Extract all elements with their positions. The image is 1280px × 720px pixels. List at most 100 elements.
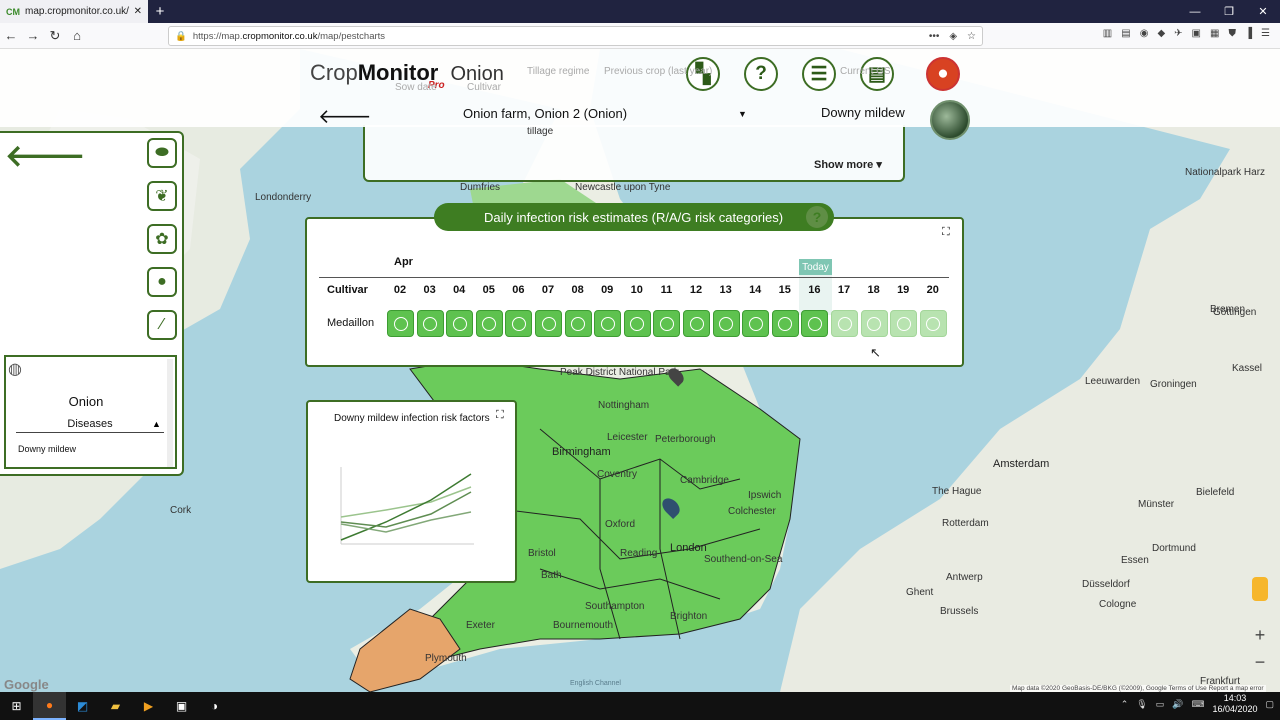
expand-icon[interactable]: ⛶: [942, 226, 950, 239]
risk-cell[interactable]: [742, 310, 770, 337]
risk-cell[interactable]: [890, 310, 918, 337]
map-attribution[interactable]: Map data ©2020 GeoBasis-DE/BKG (©2009), …: [1010, 685, 1266, 692]
windows-start-icon[interactable]: ⊞: [0, 692, 33, 720]
keyboard-icon[interactable]: ⌨: [1191, 699, 1204, 710]
risk-cell[interactable]: [653, 310, 681, 337]
page-actions-icon[interactable]: •••: [929, 31, 940, 42]
reload-icon[interactable]: ↻: [44, 28, 66, 44]
menu-icon[interactable]: ☰: [1261, 28, 1270, 39]
chevron-up-icon[interactable]: ▲: [152, 419, 161, 429]
pea-icon[interactable]: ⁄: [147, 310, 177, 340]
notifications-icon[interactable]: ▢: [1265, 699, 1274, 710]
street-view-pegman-icon[interactable]: [1252, 577, 1268, 601]
help-icon[interactable]: ?: [744, 57, 778, 91]
home-icon[interactable]: ⌂: [66, 28, 88, 43]
close-window-icon[interactable]: ✕: [1246, 0, 1280, 23]
potato-icon[interactable]: ⬬: [147, 138, 177, 168]
details-label: Sow date: [395, 82, 437, 93]
browser-tab[interactable]: CM map.cropmonitor.co.uk/map/p ✕: [0, 0, 148, 23]
risk-cell[interactable]: [771, 310, 799, 337]
checklist-icon[interactable]: ☰: [802, 57, 836, 91]
minimize-icon[interactable]: —: [1178, 0, 1212, 23]
clock-time: 14:03: [1223, 693, 1247, 703]
risk-cell[interactable]: [801, 310, 829, 337]
risk-cell[interactable]: [860, 310, 888, 337]
diseases-toggle[interactable]: Diseases: [16, 418, 164, 433]
risk-cell[interactable]: [535, 310, 562, 337]
risk-cell[interactable]: [475, 310, 503, 337]
clock[interactable]: 14:03 16/04/2020: [1212, 693, 1257, 715]
extension-icon[interactable]: ✈: [1174, 28, 1182, 39]
risk-cell[interactable]: [505, 310, 533, 337]
restore-icon[interactable]: ❐: [1212, 0, 1246, 23]
day-header: 06: [512, 284, 525, 296]
map-label: Brighton: [670, 611, 708, 622]
pest-image[interactable]: [930, 100, 970, 140]
farm-select[interactable]: Onion farm, Onion 2 (Onion): [463, 106, 627, 121]
expand-icon[interactable]: ⛶: [496, 409, 504, 422]
store-icon[interactable]: ▣: [165, 692, 198, 720]
address-bar[interactable]: 🔒 https://map.cropmonitor.co.uk/map/pest…: [168, 26, 983, 46]
risk-cell[interactable]: [623, 310, 651, 337]
zoom-in-button[interactable]: +: [1246, 625, 1274, 646]
pocket-icon[interactable]: ◈: [949, 31, 957, 42]
zoom-out-button[interactable]: −: [1246, 652, 1274, 673]
media-player-icon[interactable]: ▶: [132, 692, 165, 720]
map-label: Ipswich: [748, 490, 782, 501]
file-explorer-icon[interactable]: ▰: [99, 692, 132, 720]
extension-icon[interactable]: ▦: [1210, 28, 1219, 39]
disease-item[interactable]: Downy mildew: [18, 444, 76, 454]
map-label: Antwerp: [946, 572, 983, 583]
outlook-icon[interactable]: ◩: [66, 692, 99, 720]
volume-icon[interactable]: 🔊: [1172, 699, 1183, 710]
brassica-icon[interactable]: ✿: [147, 224, 177, 254]
risk-cell[interactable]: [564, 310, 592, 337]
leaf-icon[interactable]: ❦: [147, 181, 177, 211]
sidebar-icon[interactable]: ▤: [1121, 28, 1130, 39]
day-header: 14: [749, 284, 762, 296]
risk-cell[interactable]: [919, 310, 947, 337]
risk-cell[interactable]: [683, 310, 710, 337]
map-label: Ghent: [906, 587, 934, 598]
bean-icon[interactable]: ●: [147, 267, 177, 297]
microphone-icon[interactable]: 🎙: [1136, 699, 1147, 710]
map-label: English Channel: [570, 680, 621, 687]
forward-icon[interactable]: →: [22, 28, 44, 43]
network-icon[interactable]: ▭: [1156, 699, 1165, 710]
shield-icon[interactable]: ⛊: [1228, 28, 1236, 39]
risk-cell[interactable]: [831, 310, 858, 337]
chevron-down-icon[interactable]: ▼: [738, 109, 747, 119]
extension-icon[interactable]: ▣: [1192, 28, 1201, 39]
risk-cell[interactable]: [416, 310, 444, 337]
close-tab-icon[interactable]: ✕: [134, 6, 142, 17]
panel-back-icon[interactable]: 🡐: [5, 138, 85, 174]
risk-cell[interactable]: [387, 310, 414, 337]
map-label: Kassel: [1232, 363, 1263, 374]
map-label: Colchester: [728, 506, 776, 517]
day-header: 02: [393, 284, 407, 296]
back-arrow-icon[interactable]: 🡐: [318, 104, 372, 129]
app-icon[interactable]: ◑: [198, 692, 231, 720]
risk-cell[interactable]: [594, 310, 622, 337]
risk-cell[interactable]: [446, 310, 474, 337]
day-header: 19: [897, 284, 910, 296]
firefox-icon[interactable]: ●: [33, 692, 66, 720]
scrollbar[interactable]: [167, 359, 173, 467]
map-label: Peterborough: [655, 434, 716, 445]
tab-title: map.cropmonitor.co.uk/map/p: [25, 6, 129, 17]
extension-icon[interactable]: ▐: [1245, 28, 1252, 39]
library-icon[interactable]: ▥: [1103, 28, 1112, 39]
back-icon[interactable]: ←: [0, 28, 22, 43]
new-tab-button[interactable]: +: [148, 3, 172, 20]
bookmark-star-icon[interactable]: ☆: [967, 31, 976, 42]
show-more-button[interactable]: Show more ▾: [814, 158, 882, 171]
chevron-up-icon[interactable]: ⌃: [1121, 699, 1129, 710]
details-label: Cultivar: [467, 82, 501, 93]
extension-icon[interactable]: ◆: [1157, 28, 1165, 39]
onion-icon: [896, 316, 911, 331]
account-icon[interactable]: ◉: [1140, 28, 1149, 39]
map-label: Bath: [541, 570, 562, 581]
user-icon[interactable]: ●: [926, 57, 960, 91]
risk-cell[interactable]: [712, 310, 740, 337]
help-icon[interactable]: ?: [806, 206, 828, 228]
